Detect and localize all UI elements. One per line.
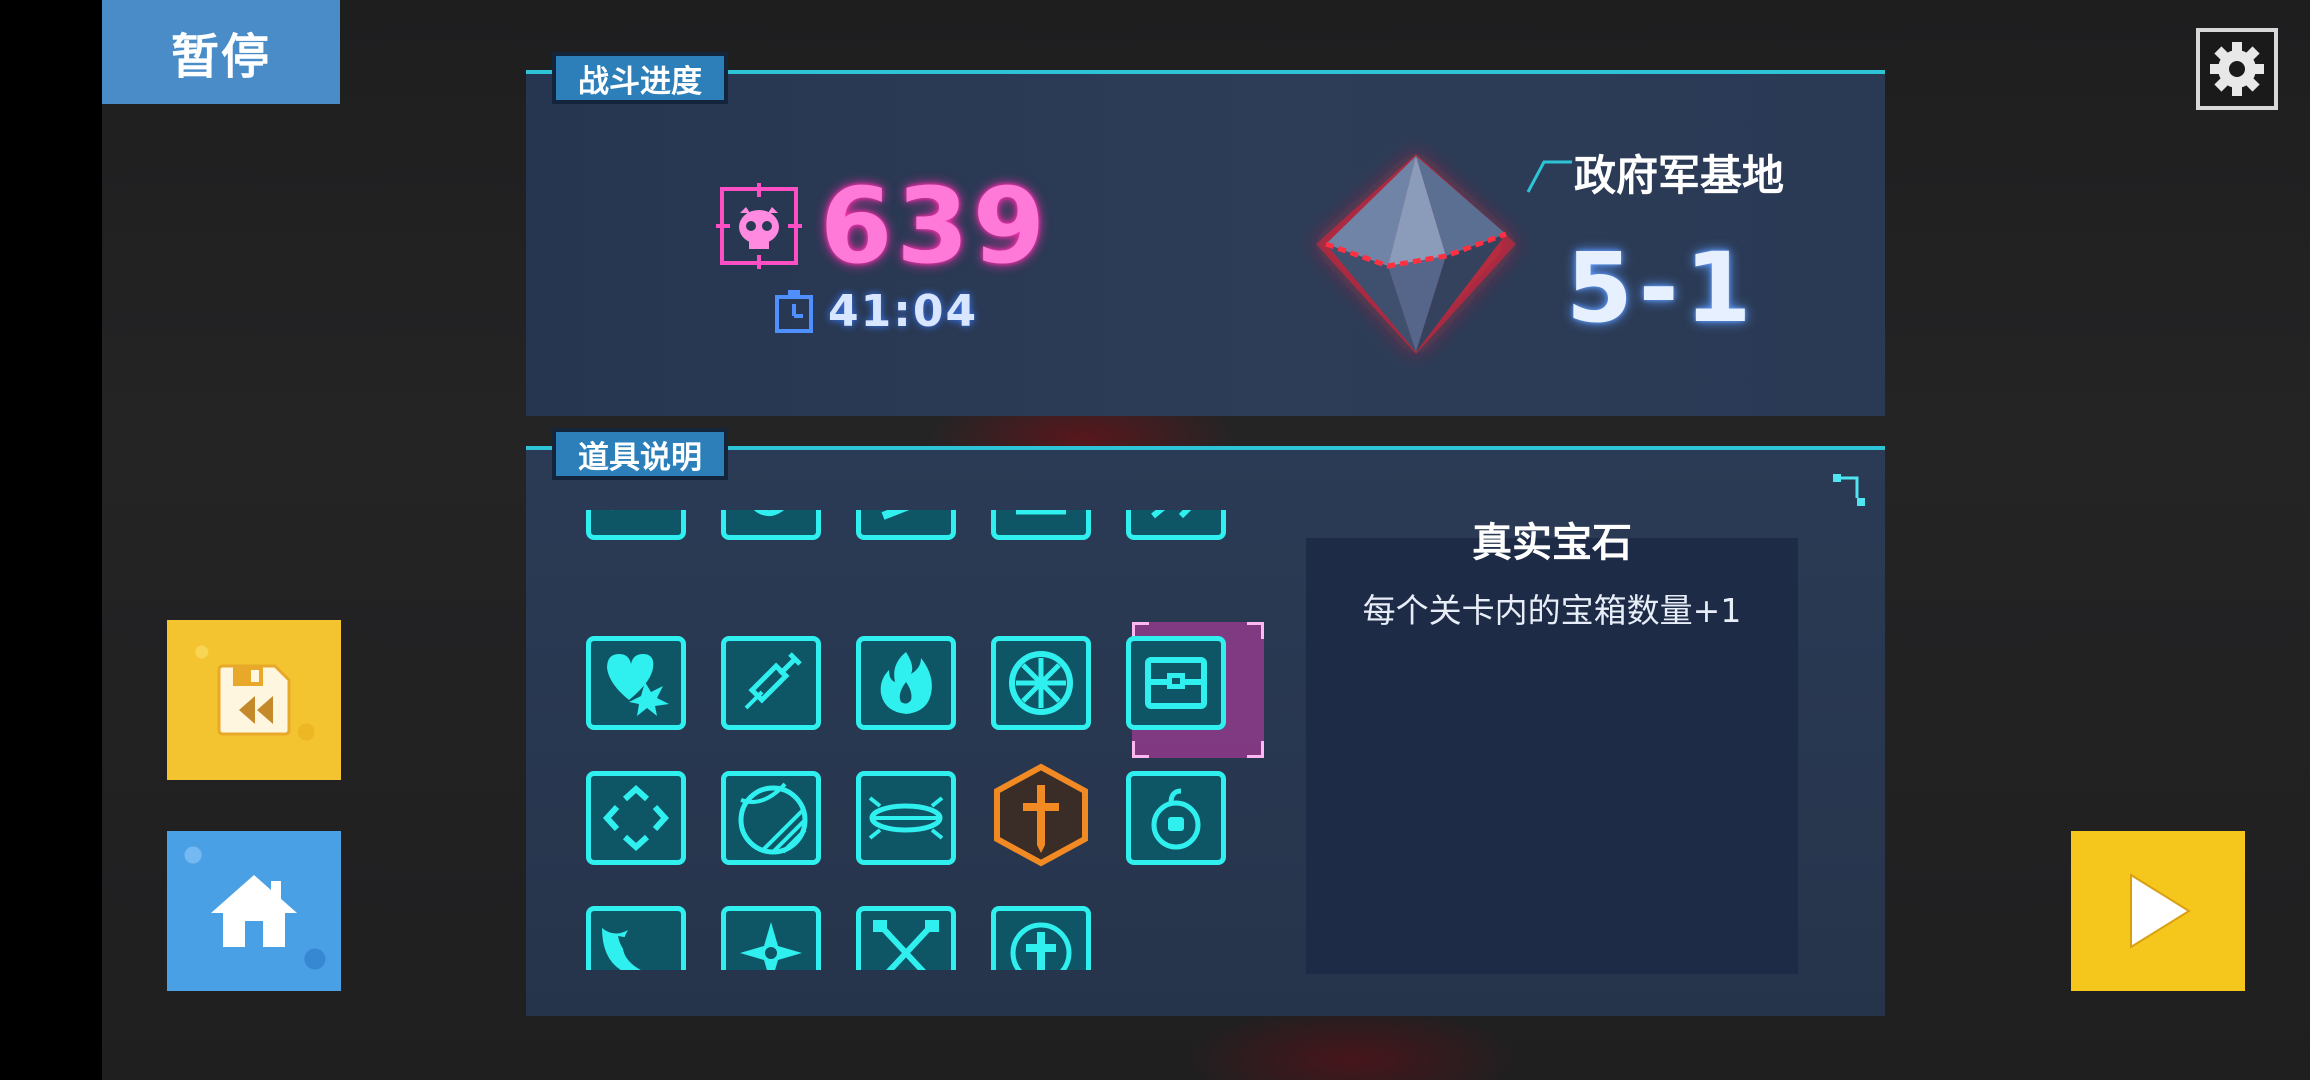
location-name: 政府军基地 (1574, 151, 1785, 200)
wheel-icon (1009, 651, 1073, 715)
pause-title: 暂停 (102, 0, 340, 104)
item-slot-17[interactable] (721, 906, 821, 970)
play-icon (2130, 873, 2191, 949)
item-slot-10-selected[interactable] (1126, 636, 1226, 730)
item-slot-19[interactable] (991, 906, 1091, 970)
platform-icon (868, 796, 944, 840)
item-slot-12[interactable] (721, 771, 821, 865)
floppy-rewind-icon (217, 664, 291, 736)
item-slot-2[interactable] (721, 510, 821, 540)
battle-time: 41:04 (828, 286, 979, 337)
item-slot-3[interactable] (856, 510, 956, 540)
dna-icon (873, 920, 939, 970)
stopwatch-icon (775, 289, 813, 333)
stage-number: 5-1 (1566, 232, 1758, 344)
item-slot-18[interactable] (856, 906, 956, 970)
partial-item-5-icon (1151, 510, 1192, 519)
striped-ball-icon (738, 782, 808, 855)
battle-progress-tab: 战斗进度 (552, 52, 728, 104)
item-slot-6[interactable] (586, 636, 686, 730)
item-slot-7[interactable] (721, 636, 821, 730)
item-slot-15[interactable] (1126, 771, 1226, 865)
item-description-tab: 道具说明 (552, 428, 728, 480)
save-rewind-button[interactable] (167, 620, 341, 780)
flame-icon (880, 652, 932, 714)
item-slot-5[interactable] (1126, 510, 1226, 540)
item-slot-8[interactable] (856, 636, 956, 730)
gear-icon (2210, 42, 2264, 96)
item-slot-9[interactable] (991, 636, 1091, 730)
item-description-panel: 道具说明 真实宝石 每个关卡内的宝箱数量+1 (526, 428, 1885, 1016)
settings-button[interactable] (2196, 28, 2278, 110)
play-button[interactable] (2071, 831, 2245, 991)
battle-timer: 41:04 (774, 286, 978, 337)
home-icon (211, 875, 297, 947)
partial-item-3-icon (881, 510, 910, 520)
cross-shield-icon (1010, 922, 1072, 970)
item-slot-13[interactable] (856, 771, 956, 865)
partial-item-4-icon (1016, 510, 1066, 515)
skull-target-icon (716, 183, 802, 269)
partial-item-2-icon (754, 510, 784, 517)
partial-item-1-icon (612, 510, 614, 511)
item-slot-14[interactable] (991, 763, 1091, 867)
expand-corner-icon (1833, 474, 1865, 506)
item-slot-16[interactable] (586, 906, 686, 970)
treasure-chest-icon (1145, 657, 1207, 709)
heart-burst-icon (607, 654, 669, 716)
item-slot-1[interactable] (586, 510, 686, 540)
kill-count: 639 (820, 165, 1050, 287)
syringe-icon (744, 652, 802, 710)
sword-hexagon-icon (994, 763, 1088, 867)
selected-item-description: 每个关卡内的宝箱数量+1 (1362, 591, 1742, 630)
wave-icon (602, 928, 648, 970)
kill-counter: 639 (716, 174, 1049, 278)
diamond-arrows-icon (602, 784, 670, 852)
battle-progress-panel: 战斗进度 639 41:04 政府军基地 5-1 (526, 52, 1885, 416)
grenade-icon (1151, 788, 1201, 850)
item-grid (586, 510, 1306, 970)
stage-crystal-icon (1296, 134, 1536, 378)
shuriken-icon (740, 922, 802, 970)
location-pointer-icon (1526, 160, 1572, 193)
item-slot-11[interactable] (586, 771, 686, 865)
selected-item-name: 真实宝石 (1472, 520, 1632, 566)
item-slot-4[interactable] (991, 510, 1091, 540)
home-button[interactable] (167, 831, 341, 991)
